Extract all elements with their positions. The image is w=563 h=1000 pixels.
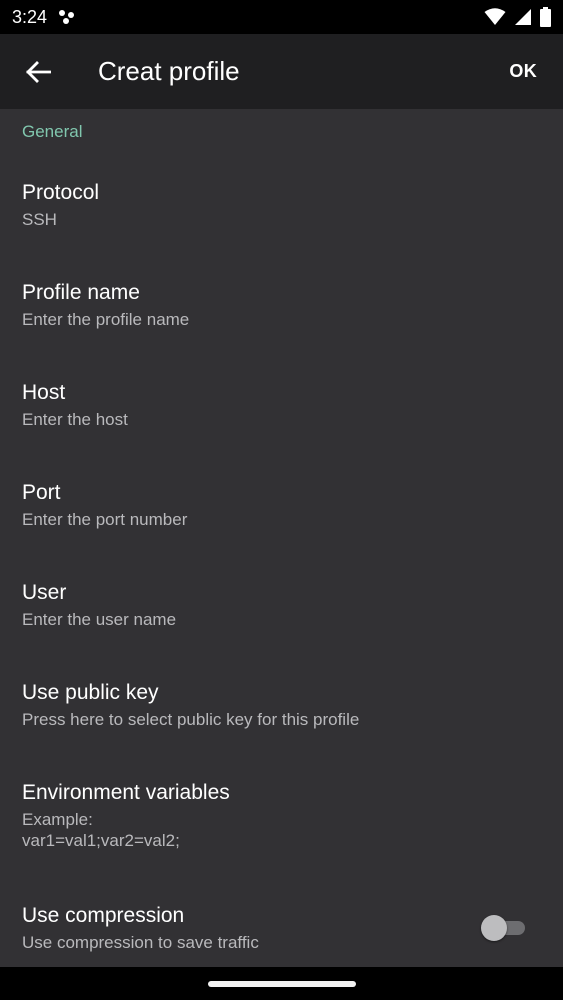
section-header-general: General: [22, 122, 83, 141]
pref-profile-name[interactable]: Profile name Enter the profile name: [0, 280, 563, 330]
pref-title: Protocol: [22, 181, 100, 204]
status-time: 3:24: [12, 6, 48, 27]
pref-summary: Enter the host: [22, 410, 128, 429]
pref-summary: SSH: [22, 210, 57, 229]
pref-use-compression[interactable]: Use compression Use compression to save …: [0, 903, 563, 953]
home-gesture-handle[interactable]: [207, 980, 356, 987]
status-bar: 3:24: [0, 0, 563, 34]
pref-public-key[interactable]: Use public key Press here to select publ…: [0, 680, 563, 730]
pref-title: Use public key: [22, 681, 159, 704]
pref-summary: Enter the user name: [22, 610, 177, 629]
pref-title: Profile name: [22, 281, 140, 304]
app-bar: Creat profile OK: [0, 34, 563, 109]
pref-host[interactable]: Host Enter the host: [0, 380, 563, 430]
pref-environment-variables[interactable]: Environment variables Example: var1=val1…: [0, 780, 563, 851]
arrow-back-icon: [26, 60, 51, 83]
pref-title: User: [22, 581, 67, 604]
pref-protocol[interactable]: Protocol SSH: [0, 180, 563, 230]
wifi-icon: [484, 8, 506, 25]
preferences-list: General Protocol SSH Profile name Enter …: [0, 109, 563, 967]
pref-title: Host: [22, 381, 66, 404]
back-button[interactable]: [0, 34, 76, 109]
ok-button[interactable]: OK: [503, 55, 543, 88]
pref-title: Environment variables: [22, 781, 230, 804]
status-icons: [484, 7, 551, 27]
pref-summary: Enter the port number: [22, 510, 188, 529]
pref-summary: Enter the profile name: [22, 310, 190, 329]
pref-user[interactable]: User Enter the user name: [0, 580, 563, 630]
page-title: Creat profile: [98, 56, 240, 86]
cell-signal-icon: [515, 9, 531, 25]
pref-title: Port: [22, 481, 61, 504]
pref-summary: Example: var1=val1;var2=val2;: [22, 810, 180, 850]
compression-toggle[interactable]: [481, 914, 527, 942]
battery-icon: [540, 7, 551, 27]
notification-dots-icon: [59, 10, 77, 24]
pref-summary: Press here to select public key for this…: [22, 710, 360, 729]
pref-port[interactable]: Port Enter the port number: [0, 480, 563, 530]
navigation-bar: [0, 967, 563, 1000]
toggle-thumb: [481, 915, 507, 941]
